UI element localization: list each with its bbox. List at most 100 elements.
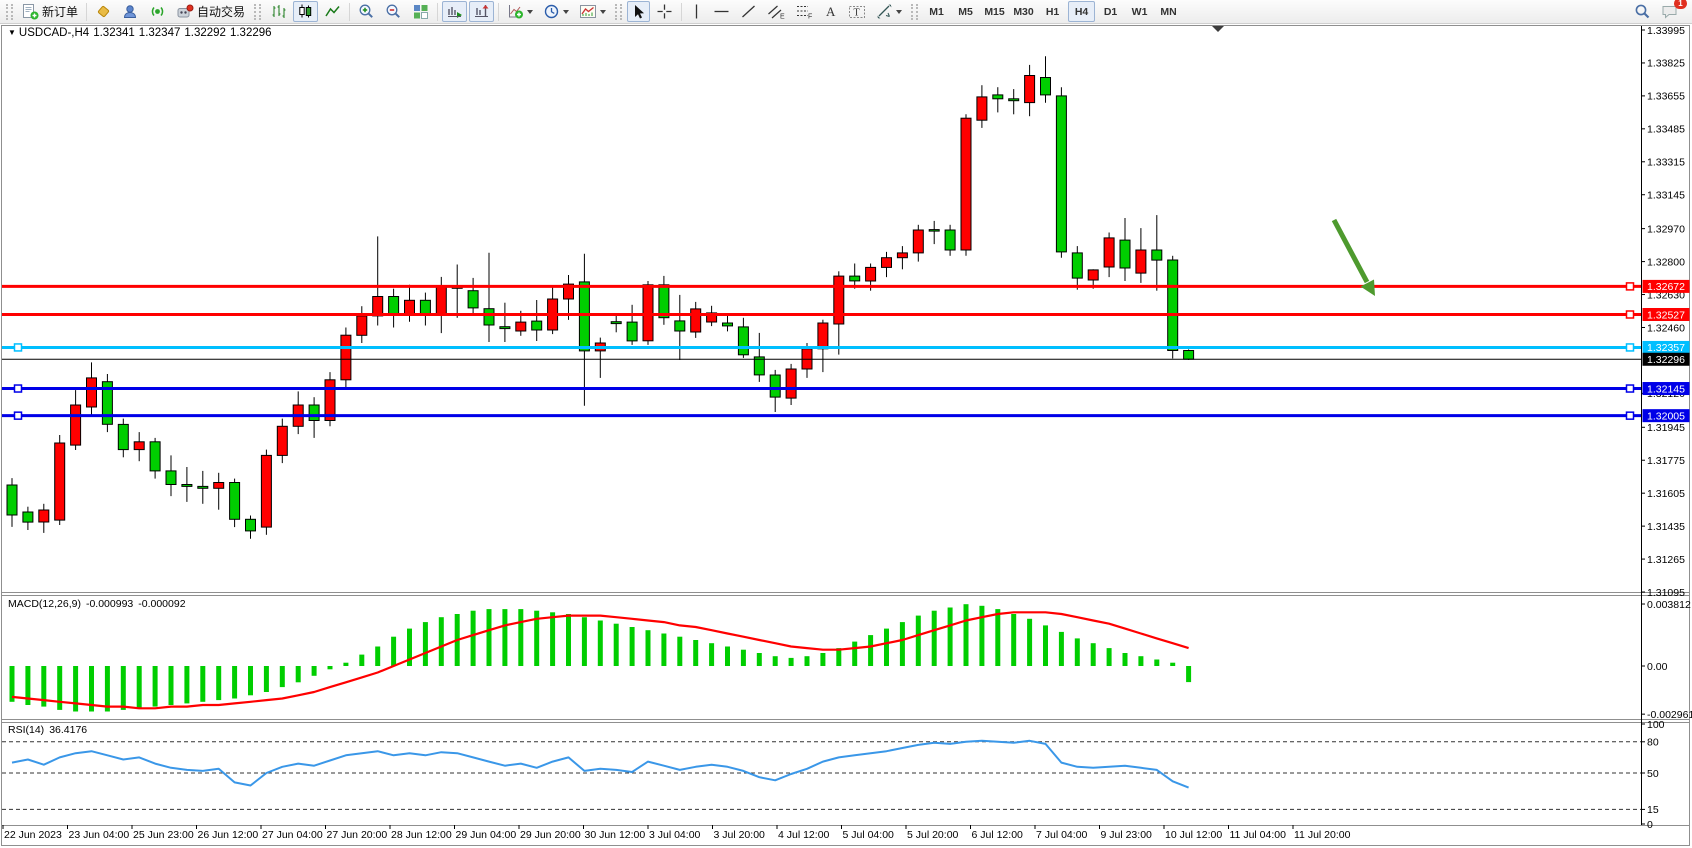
annotation-arrow[interactable] <box>1334 220 1375 296</box>
ohlc-low: 1.32292 <box>184 27 226 39</box>
bar-chart-mode-button[interactable] <box>266 1 291 22</box>
styler-button[interactable] <box>91 1 116 22</box>
timeframe-h4-button[interactable]: H4 <box>1068 1 1095 22</box>
svg-text:1.33315: 1.33315 <box>1647 157 1685 169</box>
timeframe-m30-button[interactable]: M30 <box>1010 1 1037 22</box>
chart-canvas[interactable]: 1.339951.338251.336551.334851.333151.331… <box>0 24 1692 848</box>
svg-text:11 Jul 20:00: 11 Jul 20:00 <box>1294 829 1351 841</box>
rsi-name: RSI(14) <box>8 724 44 736</box>
rsi-value: 36.4176 <box>49 724 87 736</box>
svg-text:A: A <box>826 4 836 19</box>
channel-tool-button[interactable]: E <box>763 1 789 22</box>
svg-text:T: T <box>854 8 860 19</box>
chart-shift-icon <box>473 3 490 20</box>
candlestick-icon <box>297 3 314 20</box>
arrows-icon <box>876 3 893 20</box>
svg-text:50: 50 <box>1647 768 1659 780</box>
auto-scroll-button[interactable] <box>442 1 467 22</box>
svg-text:28 Jun 12:00: 28 Jun 12:00 <box>391 829 452 841</box>
svg-text:27 Jun 04:00: 27 Jun 04:00 <box>262 829 323 841</box>
horizontal-line-icon <box>713 3 730 20</box>
profile-button[interactable] <box>118 1 143 22</box>
svg-text:27 Jun 20:00: 27 Jun 20:00 <box>327 829 388 841</box>
line-chart-mode-button[interactable] <box>320 1 345 22</box>
ohlc-bars-icon <box>270 3 287 20</box>
toolbar-separator <box>681 3 682 21</box>
autotrade-button[interactable]: 自动交易 <box>172 1 249 22</box>
svg-text:100: 100 <box>1647 719 1665 731</box>
cursor-tool-button[interactable] <box>627 1 650 22</box>
svg-text:0.003812: 0.003812 <box>1647 599 1691 611</box>
vertical-line-icon <box>690 3 703 20</box>
zoom-in-icon <box>358 3 375 20</box>
trendline-icon <box>740 3 757 20</box>
timeframe-w1-button[interactable]: W1 <box>1126 1 1153 22</box>
templates-button[interactable] <box>575 1 610 22</box>
autotrade-label: 自动交易 <box>197 3 245 20</box>
candlestick-mode-button[interactable] <box>293 1 318 22</box>
trendline-tool-button[interactable] <box>736 1 761 22</box>
svg-text:29 Jun 04:00: 29 Jun 04:00 <box>456 829 517 841</box>
text-label-tool-button[interactable]: T <box>844 1 870 22</box>
crosshair-tool-button[interactable] <box>652 1 677 22</box>
horizontal-line-tool-button[interactable] <box>709 1 734 22</box>
macd-layer <box>10 604 1192 711</box>
svg-text:0.00: 0.00 <box>1647 661 1668 673</box>
zoom-out-button[interactable] <box>381 1 406 22</box>
timeframe-h1-button[interactable]: H1 <box>1039 1 1066 22</box>
notification-badge: 1 <box>1674 0 1687 9</box>
svg-text:1.32005: 1.32005 <box>1647 410 1685 422</box>
macd-name: MACD(12,26,9) <box>8 598 81 610</box>
timeframe-m15-button[interactable]: M15 <box>981 1 1008 22</box>
indicators-button[interactable] <box>503 1 537 22</box>
timeframe-mn-button[interactable]: MN <box>1155 1 1182 22</box>
svg-text:1.33485: 1.33485 <box>1647 124 1685 136</box>
level-lines-layer[interactable] <box>2 283 1641 419</box>
new-order-button[interactable]: 新订单 <box>18 1 82 22</box>
timeframe-m5-button[interactable]: M5 <box>952 1 979 22</box>
macd-axis-ticks[interactable]: 0.0038120.00-0.002961 <box>1641 599 1692 721</box>
profile-icon <box>122 3 139 20</box>
auto-scroll-icon <box>446 3 463 20</box>
line-chart-icon <box>324 3 341 20</box>
signal-icon <box>149 3 166 20</box>
timeframe-d1-button[interactable]: D1 <box>1097 1 1124 22</box>
collapse-icon[interactable]: ▼ <box>8 28 16 37</box>
zoom-in-button[interactable] <box>354 1 379 22</box>
notifications-button[interactable]: 1 <box>1657 1 1683 22</box>
cursor-icon <box>631 4 646 20</box>
date-axis[interactable]: 22 Jun 202323 Jun 04:0025 Jun 23:0026 Ju… <box>3 825 1351 841</box>
tile-windows-icon <box>412 3 429 20</box>
chart-shift-button[interactable] <box>469 1 494 22</box>
ohlc-close: 1.32296 <box>230 27 272 39</box>
new-order-icon <box>22 3 39 20</box>
zoom-out-icon <box>385 3 402 20</box>
shift-marker[interactable] <box>1212 26 1224 32</box>
rsi-label: RSI(14) 36.4176 <box>8 724 92 736</box>
fibonacci-icon: F <box>795 3 813 20</box>
toolbar: 新订单 自动交易 <box>0 0 1692 24</box>
search-icon <box>1634 3 1651 20</box>
svg-text:7 Jul 04:00: 7 Jul 04:00 <box>1036 829 1088 841</box>
svg-text:1.31265: 1.31265 <box>1647 554 1685 566</box>
timeframe-m1-button[interactable]: M1 <box>923 1 950 22</box>
equidistant-channel-icon: E <box>767 3 785 20</box>
svg-text:80: 80 <box>1647 737 1659 749</box>
search-button[interactable] <box>1630 1 1655 22</box>
rsi-axis-ticks[interactable]: 1008050150 <box>1641 719 1665 831</box>
tile-windows-button[interactable] <box>408 1 433 22</box>
signal-button[interactable] <box>145 1 170 22</box>
svg-text:1.32800: 1.32800 <box>1647 256 1685 268</box>
svg-text:1.31945: 1.31945 <box>1647 422 1685 434</box>
panel-splitters[interactable] <box>2 593 1690 826</box>
arrows-tool-button[interactable] <box>872 1 906 22</box>
text-tool-button[interactable]: A <box>819 1 842 22</box>
periods-button[interactable] <box>539 1 573 22</box>
toolbar-grip <box>615 4 622 20</box>
fibonacci-tool-button[interactable]: F <box>791 1 817 22</box>
chevron-down-icon <box>527 10 533 17</box>
svg-text:E: E <box>780 14 785 21</box>
vertical-line-tool-button[interactable] <box>686 1 707 22</box>
chart-symbol: USDCAD-,H4 <box>19 27 89 39</box>
svg-text:11 Jul 04:00: 11 Jul 04:00 <box>1230 829 1287 841</box>
